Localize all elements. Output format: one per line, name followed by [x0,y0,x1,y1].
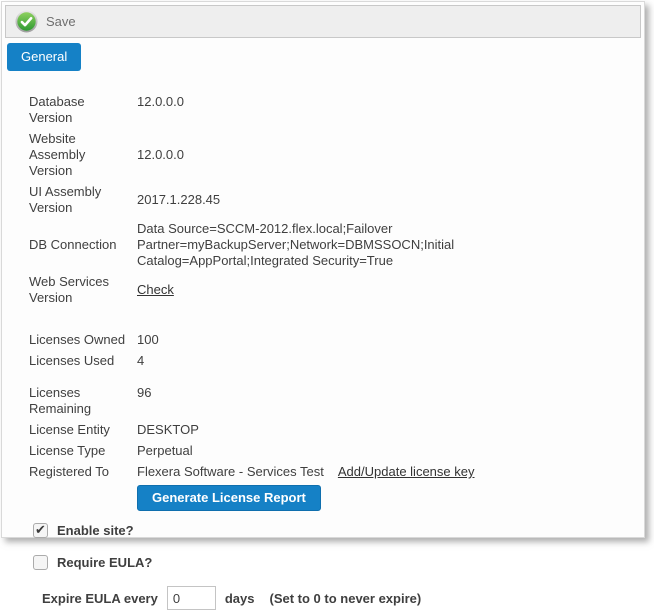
field-value: 4 [137,353,144,369]
settings-window: Save General Database Version 12.0.0.0 W… [1,1,645,538]
field-website-assembly-version: Website Assembly Version 12.0.0.0 [29,131,632,179]
toolbar: Save [5,5,641,38]
field-value: 12.0.0.0 [137,147,184,163]
registered-to-value: Flexera Software - Services Test [137,464,324,480]
field-label: Database Version [29,94,137,126]
field-ui-assembly-version: UI Assembly Version 2017.1.228.45 [29,184,632,216]
label-spacer [29,485,137,511]
field-value: 96 [137,385,151,417]
field-label: Website Assembly Version [29,131,137,179]
field-db-connection: DB Connection Data Source=SCCM-2012.flex… [29,221,632,269]
field-label: Licenses Owned [29,332,137,348]
tab-general[interactable]: General [7,43,81,71]
field-registered-to: Registered To Flexera Software - Service… [29,464,632,480]
field-database-version: Database Version 12.0.0.0 [29,94,632,126]
require-eula-row: Require EULA? [29,555,632,570]
field-value: DESKTOP [137,422,199,438]
general-tab-content: Database Version 12.0.0.0 Website Assemb… [2,71,644,610]
field-value: 100 [137,332,159,348]
field-label: Web Services Version [29,274,137,306]
license-report-row: Generate License Report [29,485,632,511]
require-eula-checkbox[interactable] [33,555,48,570]
field-web-services-version: Web Services Version Check [29,274,632,306]
save-button-label: Save [46,14,76,29]
field-license-type: License Type Perpetual [29,443,632,459]
field-value: Data Source=SCCM-2012.flex.local;Failove… [137,221,629,269]
field-licenses-owned: Licenses Owned 100 [29,332,632,348]
expire-eula-suffix-label: days [225,591,255,606]
generate-license-report-button[interactable]: Generate License Report [137,485,321,511]
field-label: DB Connection [29,237,137,253]
enable-site-row: Enable site? [29,523,632,538]
field-label: UI Assembly Version [29,184,137,216]
field-license-entity: License Entity DESKTOP [29,422,632,438]
field-label: Licenses Used [29,353,137,369]
check-circle-icon [15,10,38,33]
field-label: License Entity [29,422,137,438]
field-value: 2017.1.228.45 [137,192,220,208]
expire-eula-hint: (Set to 0 to never expire) [270,591,422,606]
expire-eula-prefix-label: Expire EULA every [42,591,158,606]
field-value: 12.0.0.0 [137,94,184,126]
tab-bar: General [2,38,644,71]
expire-eula-days-input[interactable] [167,586,216,610]
field-value: Perpetual [137,443,193,459]
field-label: License Type [29,443,137,459]
add-update-license-key-link[interactable]: Add/Update license key [338,464,475,480]
field-label: Licenses Remaining [29,385,137,417]
field-licenses-used: Licenses Used 4 [29,353,632,369]
check-web-services-link[interactable]: Check [137,282,174,297]
expire-eula-row: Expire EULA every days (Set to 0 to neve… [29,586,632,610]
enable-site-label[interactable]: Enable site? [57,523,134,538]
save-button[interactable]: Save [15,10,76,33]
require-eula-label[interactable]: Require EULA? [57,555,152,570]
enable-site-checkbox[interactable] [33,523,48,538]
field-licenses-remaining: Licenses Remaining 96 [29,385,632,417]
field-label: Registered To [29,464,137,480]
